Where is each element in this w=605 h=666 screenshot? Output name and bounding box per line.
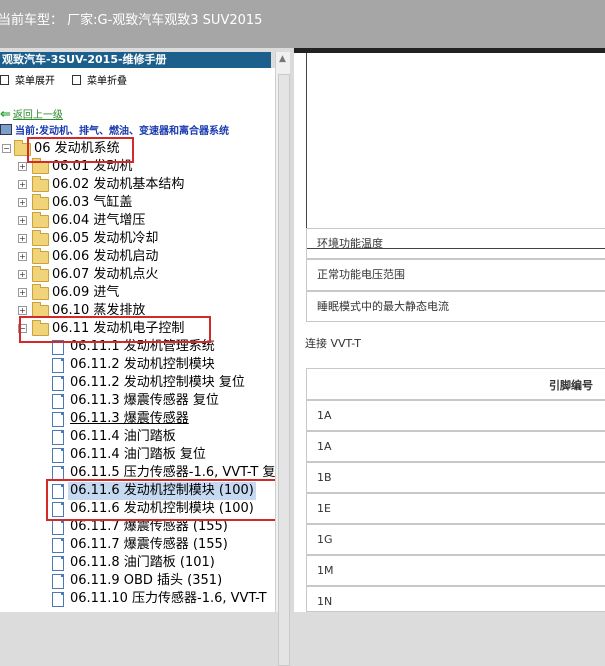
document-icon [52,520,64,535]
expand-toggle-icon[interactable]: + [18,198,27,207]
spec-row: 睡眠模式中的最大静态电流 [306,291,605,322]
table-row: 1A [306,431,605,462]
document-icon [52,592,64,607]
menu-collapse-button[interactable]: 菜单折叠 [72,72,127,87]
document-icon [52,412,64,427]
current-path: 当前:发动机、排气、燃油、变速器和离合器系统 [0,122,229,137]
document-icon [52,358,64,373]
folder-icon [32,248,49,264]
window-title: 当前车型： 厂家:G-观致汽车观致3 SUV2015 [0,13,263,28]
right-content-pane: 环境功能温度 正常功能电压范围 睡眠模式中的最大静态电流 连接 VVT-T 引脚… [294,48,605,612]
pin-table-header: 引脚编号 [306,368,605,400]
back-arrow-icon: ⇐ [0,107,11,122]
document-icon [52,430,64,445]
expand-toggle-icon[interactable]: + [18,306,27,315]
connector-label: 连接 VVT-T [305,337,361,350]
expand-toggle-icon[interactable]: + [18,180,27,189]
table-row: 1M [306,555,605,586]
expand-toggle-icon[interactable]: + [18,270,27,279]
document-icon [52,538,64,553]
pin-header-label: 引脚编号 [549,379,593,392]
document-icon [52,376,64,391]
folder-icon [32,212,49,228]
spec-row: 正常功能电压范围 [306,259,605,291]
table-row: 1A [306,400,605,431]
folder-icon [32,194,49,210]
folder-icon [32,284,49,300]
document-icon [52,574,64,589]
collapse-toggle-icon[interactable]: − [2,144,11,153]
computer-icon [0,124,12,135]
manual-header: 观致汽车-3SUV-2015-维修手册 [0,52,271,68]
document-icon [52,448,64,463]
expand-toggle-icon[interactable]: + [18,252,27,261]
folder-icon [32,266,49,282]
expand-toggle-icon[interactable]: + [18,288,27,297]
diagram-image [306,53,605,249]
expand-icon [0,75,9,85]
expand-toggle-icon[interactable]: + [18,216,27,225]
expand-toggle-icon[interactable]: + [18,234,27,243]
collapse-icon [72,75,81,85]
table-row: 1G [306,524,605,555]
document-icon [52,394,64,409]
folder-icon [32,230,49,246]
scroll-up-icon[interactable]: ▲ [279,54,286,64]
tree-doc-item[interactable]: 06.11.10 压力传感器-1.6, VVT-T [0,590,275,608]
table-row: 1E [306,493,605,524]
highlight-box [19,316,211,343]
highlight-box [46,479,275,521]
spec-row: 环境功能温度 [306,228,605,259]
left-tree-pane: 菜单展开 菜单折叠 ⇐ 返回上一级 当前:发动机、排气、燃油、变速器和离合器系统 … [0,68,275,612]
scrollbar-thumb[interactable] [278,74,290,666]
highlight-box [27,137,134,163]
table-row: 1N [306,586,605,612]
back-link[interactable]: ⇐ 返回上一级 [0,106,63,122]
folder-icon [32,176,49,192]
menu-expand-button[interactable]: 菜单展开 [0,72,55,87]
document-icon [52,556,64,571]
expand-toggle-icon[interactable]: + [18,162,27,171]
window-titlebar: 当前车型： 厂家:G-观致汽车观致3 SUV2015 [0,0,605,48]
left-scrollbar[interactable]: ▲ [275,52,291,666]
table-row: 1B [306,462,605,493]
